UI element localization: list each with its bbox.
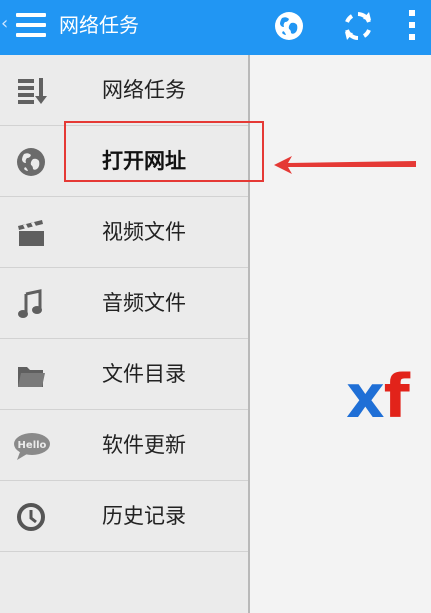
drawer-item-software-update[interactable]: Hello 软件更新 [0,410,248,481]
overflow-menu-icon[interactable] [397,9,427,43]
highlight-box [64,121,264,182]
drawer-item-label: 历史记录 [102,504,186,528]
drawer-item-audio-files[interactable]: 音频文件 [0,268,248,339]
drawer-item-label: 网络任务 [102,78,186,102]
drawer-item-label: 文件目录 [102,362,186,386]
app-bar: ‹ 网络任务 [0,0,431,55]
refresh-icon[interactable] [341,9,375,43]
svg-text:Hello: Hello [18,440,47,451]
drawer-item-label: 视频文件 [102,220,186,244]
drawer-item-label: 软件更新 [102,433,186,457]
main-content [250,55,431,613]
app-logo: xf [346,362,410,432]
menu-icon[interactable] [16,11,46,39]
globe-icon [17,148,45,176]
annotation-arrow [274,156,416,174]
drawer-item-video-files[interactable]: 视频文件 [0,197,248,268]
drawer-item-network-tasks[interactable]: 网络任务 [0,55,248,126]
film-clapper-icon [18,220,44,246]
clock-icon [17,503,45,531]
drawer-item-history[interactable]: 历史记录 [0,481,248,552]
music-note-icon [18,289,42,318]
globe-icon[interactable] [272,9,306,43]
hello-bubble-icon: Hello [14,433,50,460]
drawer-item-label: 音频文件 [102,291,186,315]
drawer-item-file-directory[interactable]: 文件目录 [0,339,248,410]
page-title: 网络任务 [59,13,139,37]
folder-icon [18,367,45,387]
back-chevron-icon[interactable]: ‹ [1,14,8,34]
task-list-icon [18,78,47,104]
